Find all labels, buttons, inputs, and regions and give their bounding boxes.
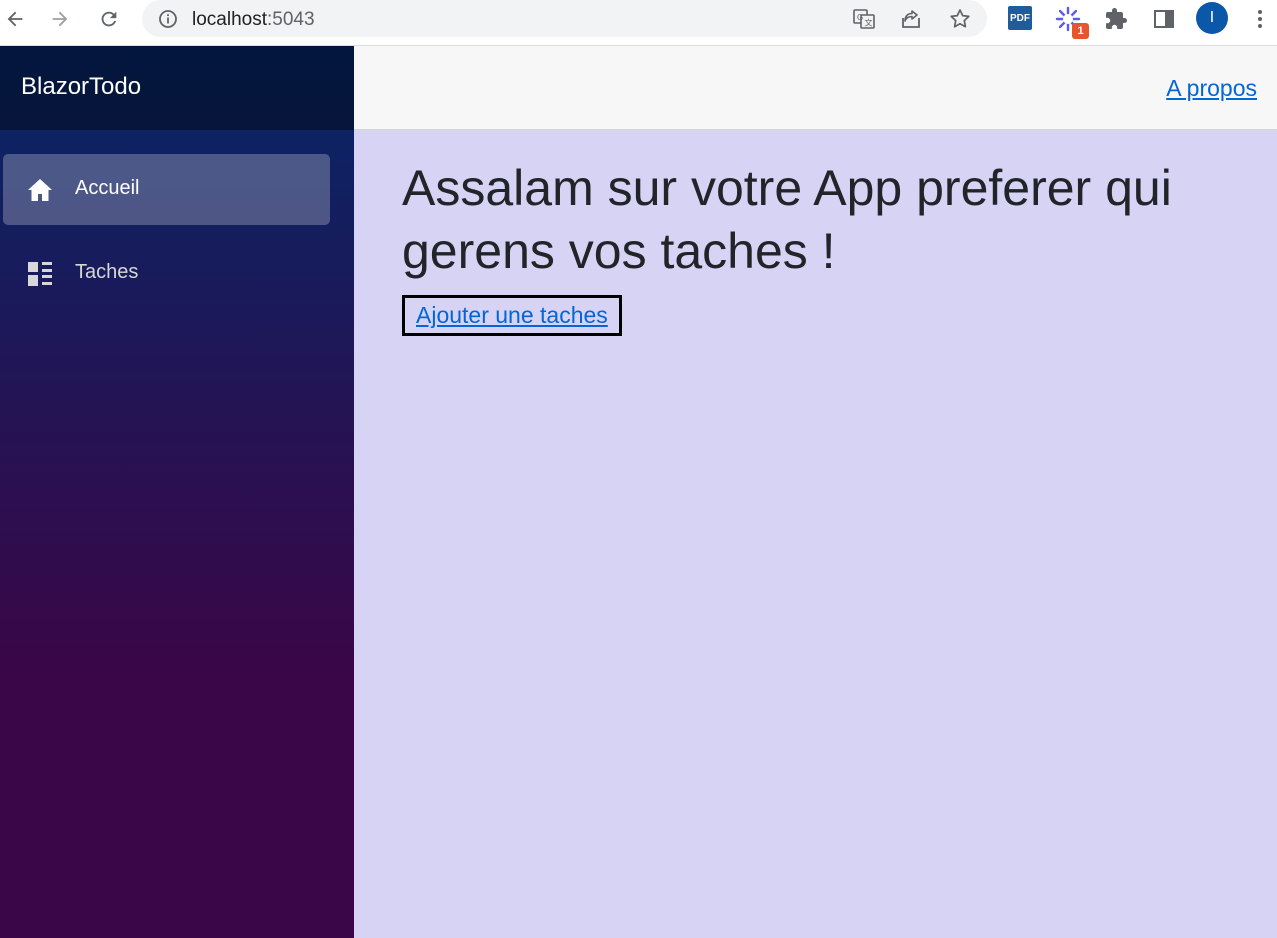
svg-text:文: 文 — [865, 18, 873, 28]
brand-row: BlazorTodo — [0, 46, 354, 130]
page-title: Assalam sur votre App preferer qui geren… — [402, 160, 1172, 279]
share-icon[interactable] — [899, 7, 923, 31]
browser-menu-button[interactable] — [1246, 5, 1274, 33]
back-button[interactable] — [0, 4, 30, 34]
back-arrow-icon — [7, 11, 23, 27]
pdf-extension-icon[interactable]: PDF — [1008, 6, 1032, 30]
extension-badge: 1 — [1072, 23, 1089, 39]
url-host: localhost — [192, 9, 267, 30]
forward-arrow-icon — [52, 11, 68, 27]
forward-button[interactable] — [45, 4, 75, 34]
reload-icon — [101, 11, 117, 27]
more-vert-icon — [1258, 10, 1262, 28]
list-icon — [28, 262, 52, 286]
side-panel-icon — [1154, 10, 1174, 28]
add-task-link[interactable]: Ajouter une taches — [402, 295, 622, 336]
sidebar: BlazorTodo Accueil Taches — [0, 46, 354, 938]
side-panel-button[interactable] — [1150, 5, 1178, 33]
top-row: A propos — [354, 46, 1277, 130]
profile-avatar[interactable]: I — [1196, 2, 1228, 34]
browser-toolbar: localhost:5043 G文 PDF 1 I — [0, 0, 1277, 46]
url-port: :5043 — [267, 9, 315, 30]
svg-text:G: G — [857, 13, 863, 22]
sidebar-item-label: Accueil — [75, 177, 140, 199]
puzzle-icon — [1106, 8, 1127, 29]
reload-button[interactable] — [94, 4, 124, 34]
sidebar-item-taches[interactable]: Taches — [3, 238, 330, 309]
home-icon — [28, 179, 52, 201]
sidebar-item-label: Taches — [75, 261, 139, 283]
sidebar-item-accueil[interactable]: Accueil — [3, 154, 330, 225]
extensions-button[interactable] — [1102, 5, 1130, 33]
pdf-extension-label: PDF — [1010, 12, 1030, 24]
translate-icon[interactable]: G文 — [852, 7, 876, 31]
bookmark-star-icon[interactable] — [948, 7, 972, 31]
url-text: localhost:5043 — [192, 9, 315, 31]
info-icon — [159, 10, 177, 28]
address-bar[interactable]: localhost:5043 G文 — [142, 0, 987, 37]
about-link[interactable]: A propos — [1166, 75, 1257, 102]
brand-link[interactable]: BlazorTodo — [21, 73, 141, 101]
main-content: Assalam sur votre App preferer qui geren… — [354, 130, 1277, 938]
